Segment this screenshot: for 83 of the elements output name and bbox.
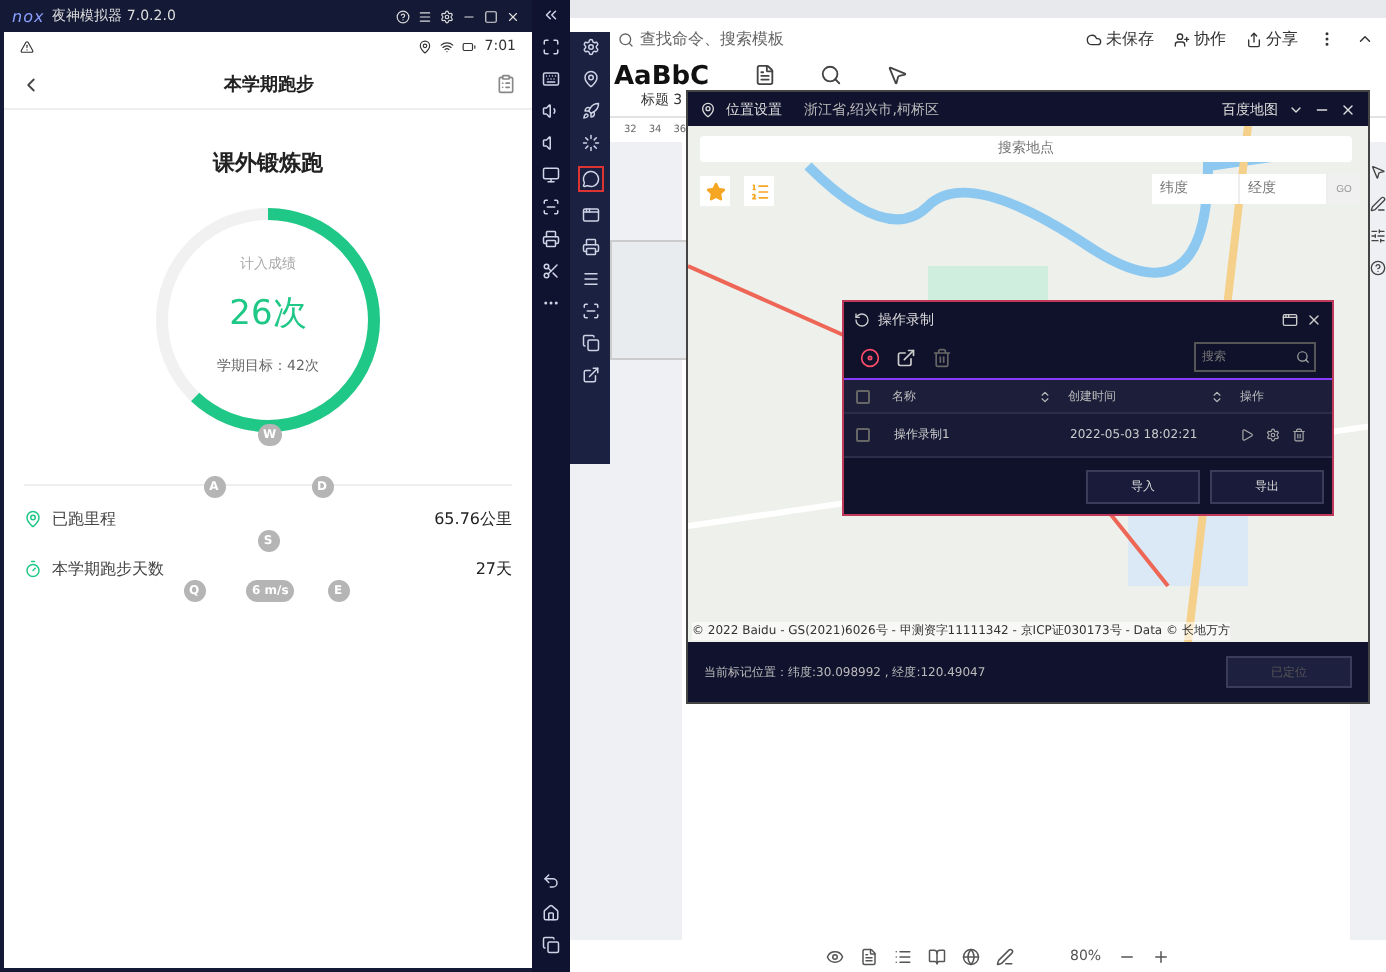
user-plus-icon <box>1174 31 1190 47</box>
keyboard-icon[interactable] <box>542 70 560 88</box>
search-icon <box>618 31 634 47</box>
window-icon[interactable] <box>1282 311 1298 327</box>
outline-icon[interactable] <box>894 947 912 965</box>
wifi-icon <box>440 39 455 53</box>
close-icon[interactable] <box>506 9 520 23</box>
record-button-icon[interactable] <box>860 347 880 367</box>
toolbar-action[interactable]: 协作 <box>1174 28 1226 50</box>
stat-value: 65.76公里 <box>434 508 512 530</box>
map-thumbnail <box>610 240 690 360</box>
warning-icon <box>20 39 34 53</box>
close-icon[interactable] <box>1340 101 1356 117</box>
play-icon[interactable] <box>1240 428 1254 442</box>
printer-icon[interactable] <box>581 238 599 256</box>
stat-value: 27天 <box>475 558 512 580</box>
export-icon[interactable] <box>581 366 599 384</box>
collapse-icon[interactable] <box>1356 30 1374 48</box>
pointer-icon[interactable] <box>1370 164 1386 180</box>
search-icon[interactable] <box>819 64 842 86</box>
page-view-icon[interactable] <box>860 947 878 965</box>
delete-icon[interactable] <box>1292 428 1306 442</box>
help-icon[interactable] <box>1370 260 1386 276</box>
stat-label: 本学期跑步天数 <box>52 558 166 580</box>
run-count: 26次 <box>229 291 307 335</box>
delete-icon[interactable] <box>932 347 952 367</box>
battery-icon <box>462 39 477 53</box>
toolbar-action[interactable]: 未保存 <box>1086 28 1154 50</box>
location-icon[interactable] <box>581 70 599 88</box>
fullscreen-icon[interactable] <box>542 38 560 56</box>
scan-icon[interactable] <box>581 302 599 320</box>
share-icon <box>1246 31 1262 47</box>
location-icon <box>418 39 433 53</box>
clipboard-icon[interactable] <box>496 74 516 94</box>
record-icon <box>854 311 870 327</box>
card-title: 课外锻炼跑 <box>210 148 325 178</box>
toolbar-action[interactable]: 分享 <box>1246 28 1298 50</box>
pen-icon[interactable] <box>996 947 1014 965</box>
printer-icon[interactable] <box>542 230 560 248</box>
star-icon <box>705 181 725 201</box>
book-icon[interactable] <box>928 947 946 965</box>
monitor-icon[interactable] <box>542 166 560 184</box>
screenshot-icon[interactable] <box>542 198 560 216</box>
menu-icon[interactable] <box>418 9 432 23</box>
chat-tool[interactable] <box>577 166 603 192</box>
location-icon <box>700 101 716 117</box>
globe-icon[interactable] <box>962 947 980 965</box>
page-title: 本学期跑步 <box>222 72 316 97</box>
close-icon[interactable] <box>1306 311 1322 327</box>
rocket-icon[interactable] <box>581 102 599 120</box>
gear-icon[interactable] <box>581 38 599 56</box>
stopwatch-icon <box>24 560 42 578</box>
copy-icon[interactable] <box>581 334 599 352</box>
scissors-icon[interactable] <box>542 262 560 280</box>
cloud-icon <box>1086 31 1102 47</box>
recent-apps-icon[interactable] <box>542 936 560 954</box>
location-icon <box>24 510 42 528</box>
settings-icon[interactable] <box>1266 428 1280 442</box>
command-search[interactable]: 查找命令、搜索模板 <box>618 28 1066 50</box>
home-icon[interactable] <box>542 904 560 922</box>
loader-icon[interactable] <box>581 134 599 152</box>
list-icon <box>749 181 769 201</box>
collapse-icon[interactable] <box>542 6 560 24</box>
menu-icon[interactable] <box>581 270 599 288</box>
zoom-in-icon[interactable] <box>1151 947 1170 965</box>
pointer-icon[interactable] <box>885 64 908 86</box>
select-all-checkbox[interactable] <box>856 389 870 403</box>
style-preview[interactable]: AaBbC <box>614 64 710 90</box>
sort-icon[interactable] <box>1210 389 1224 403</box>
window-icon[interactable] <box>581 206 599 224</box>
maximize-icon[interactable] <box>484 9 498 23</box>
sliders-icon[interactable] <box>1370 228 1386 244</box>
app-logo: nox <box>12 7 45 25</box>
pen-icon[interactable] <box>1370 196 1386 212</box>
search-icon[interactable] <box>1296 350 1310 364</box>
row-checkbox[interactable] <box>856 428 870 442</box>
eye-icon[interactable] <box>826 947 844 965</box>
sort-icon[interactable] <box>1038 389 1052 403</box>
export-icon[interactable] <box>896 347 916 367</box>
stat-label: 已跑里程 <box>52 508 118 530</box>
volume-up-icon[interactable] <box>542 102 560 120</box>
back-icon[interactable] <box>542 872 560 890</box>
text-format-icon[interactable] <box>753 64 776 86</box>
